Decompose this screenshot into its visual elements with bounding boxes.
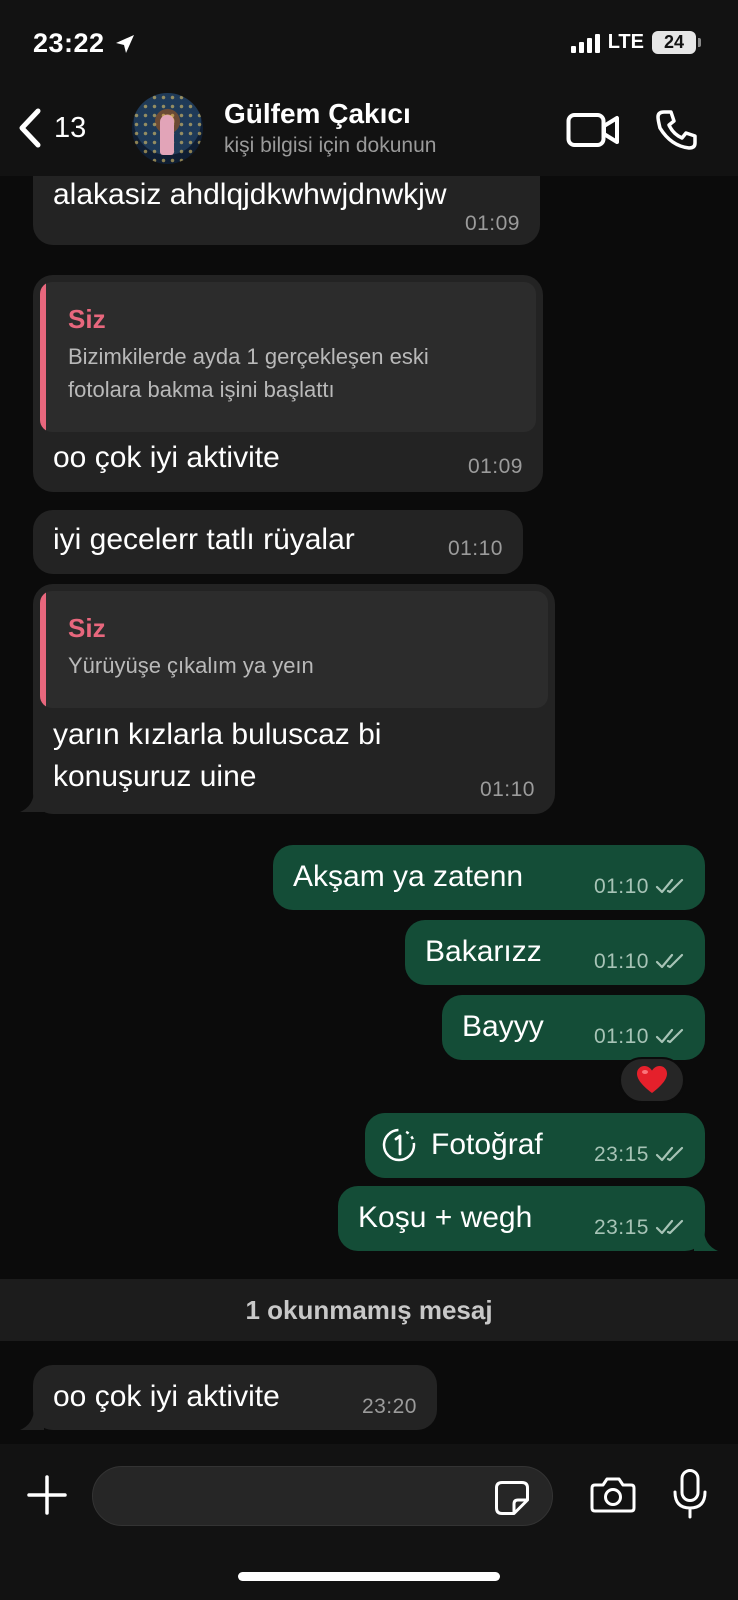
- message-time: 01:09: [464, 212, 520, 235]
- microphone-icon: [673, 1469, 707, 1519]
- reply-message-bubble[interactable]: Siz Yürüyüşe çıkalım ya yeın yarın kızla…: [33, 584, 555, 814]
- message-bubble[interactable]: oo çok iyi aktivite 23:20: [33, 1365, 437, 1430]
- read-receipt-icon: [655, 953, 684, 969]
- view-once-icon: [382, 1128, 416, 1162]
- message-time: 01:10: [593, 875, 649, 898]
- message-composer: [0, 1444, 738, 1600]
- read-receipt-icon: [655, 1028, 684, 1044]
- outgoing-message-bubble[interactable]: Koşu + wegh 23:15: [338, 1186, 705, 1251]
- quote-author: Siz: [68, 304, 106, 334]
- clock-text: 23:22: [33, 28, 105, 58]
- voice-message-button[interactable]: [672, 1468, 708, 1525]
- outgoing-message-bubble[interactable]: Bakarızz 01:10: [405, 920, 705, 985]
- video-call-button[interactable]: [566, 112, 620, 153]
- message-text: Fotoğraf: [431, 1128, 543, 1161]
- unread-messages-divider: 1 okunmamış mesaj: [0, 1279, 738, 1341]
- voice-call-button[interactable]: [654, 108, 698, 157]
- avatar[interactable]: [132, 93, 203, 164]
- quoted-message[interactable]: Siz Yürüyüşe çıkalım ya yeın: [40, 591, 548, 708]
- quoted-message[interactable]: Siz Bizimkilerde ayda 1 gerçekleşen eski…: [40, 282, 536, 432]
- message-time: 23:15: [593, 1143, 649, 1166]
- reply-message-bubble[interactable]: Siz Bizimkilerde ayda 1 gerçekleşen eski…: [33, 275, 543, 492]
- message-text: Bayyy: [462, 1010, 544, 1043]
- message-text: Bakarızz: [425, 935, 542, 968]
- status-time: 23:22: [33, 28, 137, 59]
- outgoing-message-bubble[interactable]: Akşam ya zatenn 01:10: [273, 845, 705, 910]
- chat-header: 13 Gülfem Çakıcı kişi bilgisi için dokun…: [0, 86, 738, 176]
- battery-icon: 24: [652, 31, 701, 54]
- camera-icon: [590, 1477, 636, 1513]
- message-time: 01:09: [467, 455, 523, 478]
- message-text: oo çok iyi aktivite: [53, 441, 280, 474]
- heart-icon: [637, 1066, 667, 1093]
- message-text: Akşam ya zatenn: [293, 860, 524, 893]
- phone-icon: [656, 110, 697, 150]
- read-receipt-icon: [655, 878, 684, 894]
- message-time: 01:10: [593, 1025, 649, 1048]
- quote-text-line: Bizimkilerde ayda 1 gerçekleşen eski: [68, 344, 429, 369]
- message-text: iyi gecelerr tatlı rüyalar: [53, 523, 355, 556]
- outgoing-message-bubble[interactable]: Bayyy 01:10: [442, 995, 705, 1060]
- message-text: oo çok iyi aktivite: [53, 1380, 280, 1413]
- message-time: 01:10: [447, 537, 503, 560]
- quote-text-line: fotolara bakma işini başlattı: [68, 377, 335, 402]
- message-list[interactable]: alakasiz ahdlqjdkwhwjdnwkjw 01:09 Siz Bi…: [0, 176, 738, 1444]
- message-input-container[interactable]: [92, 1466, 553, 1526]
- message-text: Koşu + wegh: [358, 1201, 533, 1234]
- message-time: 01:10: [479, 778, 535, 801]
- signal-icon: [570, 33, 600, 53]
- view-once-photo-bubble[interactable]: Fotoğraf 23:15: [365, 1113, 705, 1178]
- message-bubble[interactable]: iyi gecelerr tatlı rüyalar 01:10: [33, 510, 523, 574]
- bubble-tail: [694, 1229, 718, 1251]
- battery-level: 24: [663, 32, 685, 52]
- back-button[interactable]: 13: [18, 108, 86, 148]
- quote-author: Siz: [68, 613, 106, 643]
- quote-text-line: Yürüyüşe çıkalım ya yeın: [68, 653, 314, 678]
- message-text: alakasiz ahdlqjdkwhwjdnwkjw: [53, 178, 447, 211]
- message-text-line: konuşuruz uine: [53, 760, 257, 793]
- plus-icon: [27, 1475, 67, 1515]
- camera-button[interactable]: [590, 1476, 636, 1519]
- message-bubble[interactable]: alakasiz ahdlqjdkwhwjdnwkjw 01:09: [33, 176, 540, 245]
- sticker-icon: [495, 1481, 529, 1515]
- home-indicator[interactable]: [238, 1572, 500, 1581]
- read-receipt-icon: [655, 1219, 684, 1235]
- contact-name[interactable]: Gülfem Çakıcı: [224, 98, 411, 130]
- status-bar: 23:22 LTE 24: [0, 0, 738, 86]
- message-time: 01:10: [593, 950, 649, 973]
- contact-subtitle[interactable]: kişi bilgisi için dokunun: [224, 134, 436, 158]
- location-arrow-icon: [115, 34, 134, 53]
- network-type: LTE: [607, 31, 644, 53]
- sticker-button[interactable]: [494, 1480, 530, 1521]
- read-receipt-icon: [655, 1146, 684, 1162]
- bubble-tail: [20, 1408, 44, 1430]
- bubble-tail: [20, 790, 44, 812]
- heart-reaction[interactable]: [619, 1057, 685, 1103]
- status-indicators: LTE 24: [570, 31, 701, 54]
- message-time: 23:20: [361, 1395, 417, 1418]
- message-text-line: yarın kızlarla buluscaz bi: [53, 718, 382, 751]
- attach-button[interactable]: [26, 1474, 68, 1521]
- message-input[interactable]: [113, 1467, 473, 1525]
- unread-chats-count: 13: [54, 111, 87, 144]
- video-camera-icon: [566, 113, 619, 147]
- chevron-left-icon: [19, 108, 41, 148]
- message-time: 23:15: [593, 1216, 649, 1239]
